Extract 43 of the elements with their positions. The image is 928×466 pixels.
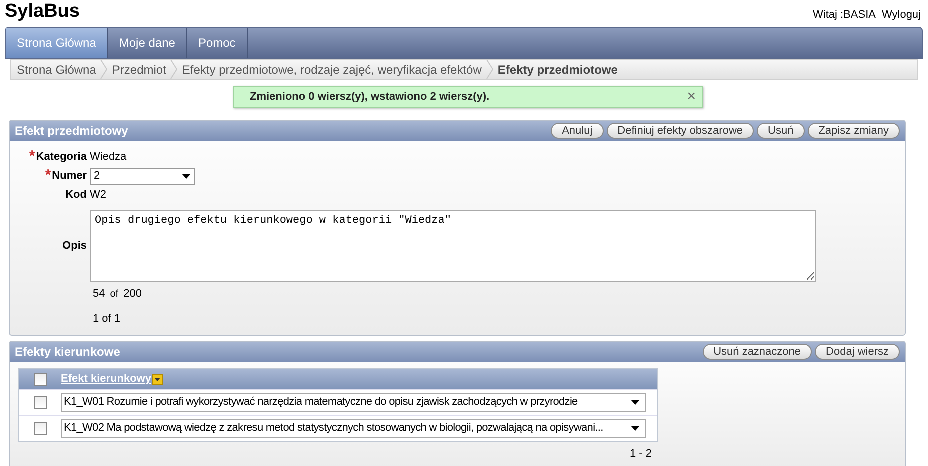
char-count: 54 (93, 287, 106, 302)
effect-select[interactable]: K1_W02 Ma podstawową wiedzę z zakresu metod statystycznych stosowanych w biologii, pozwalającą na opisywani... (61, 419, 646, 438)
char-limit: 200 (124, 287, 142, 302)
message-text: Zmieniono 0 wiersz(y), wstawiono 2 wiersz(y). (250, 90, 490, 105)
breadcrumb-link[interactable]: Efekty przedmiotowe (498, 60, 618, 78)
field-label: Opis (62, 238, 87, 254)
close-button[interactable]: × (687, 90, 696, 104)
caret-icon (631, 400, 640, 405)
field-value: Wiedza (90, 150, 127, 165)
field-label: Numer (52, 169, 87, 184)
field-label: Kod (66, 188, 87, 203)
count-separator: of (110, 288, 119, 302)
number-select[interactable]: 2 (90, 168, 195, 185)
breadcrumb-link[interactable]: Strona Główna (11, 60, 96, 78)
checkbox[interactable] (34, 372, 46, 386)
required-icon: * (45, 170, 52, 182)
checkbox[interactable] (34, 422, 46, 435)
pagination-text: 1 - 2 (630, 447, 652, 462)
effect-select[interactable]: K1_W01 Rozumie i potrafi wykorzystywać narzędzia matematyczne do opisu zjawisk zachodzących w przyrodzie (61, 393, 646, 412)
app-logo: SylaBus (5, 0, 80, 23)
action-button[interactable]: Usuń zaznaczone (702, 344, 812, 360)
sort-menu-icon[interactable] (152, 374, 164, 384)
field-value: W2 (90, 188, 106, 203)
field-label: Kategoria (36, 150, 87, 165)
action-button[interactable]: Dodaj wiersz (815, 344, 900, 360)
nav-tab[interactable]: Moje dane (108, 28, 188, 58)
pagination-text: 1 of 1 (92, 312, 122, 326)
caret-icon (182, 174, 191, 179)
panel-title: Efekt przedmiotowy (15, 123, 128, 140)
action-button[interactable]: Definiuj efekty obszarowe (606, 123, 754, 139)
action-button[interactable]: Anuluj (551, 123, 604, 139)
action-button[interactable]: Zapisz zmiany (808, 123, 900, 139)
nav-tab[interactable]: Pomoc (187, 28, 248, 58)
description-textarea[interactable]: Opis drugiego efektu kierunkowego w kategorii "Wiedza" (90, 210, 816, 282)
breadcrumb-link[interactable]: Przedmiot (112, 60, 166, 78)
action-button[interactable]: Usuń (757, 123, 805, 139)
required-icon: * (29, 151, 36, 164)
logout-link[interactable]: Wyloguj (882, 7, 921, 24)
checkbox[interactable] (34, 396, 46, 409)
caret-icon (631, 426, 640, 431)
panel-title: Efekty kierunkowe (15, 344, 120, 361)
greeting-text: Witaj :BASIA (813, 8, 876, 23)
breadcrumb-link[interactable]: Efekty przedmiotowe, rodzaje zajęć, weryfikacja efektów (182, 60, 482, 78)
